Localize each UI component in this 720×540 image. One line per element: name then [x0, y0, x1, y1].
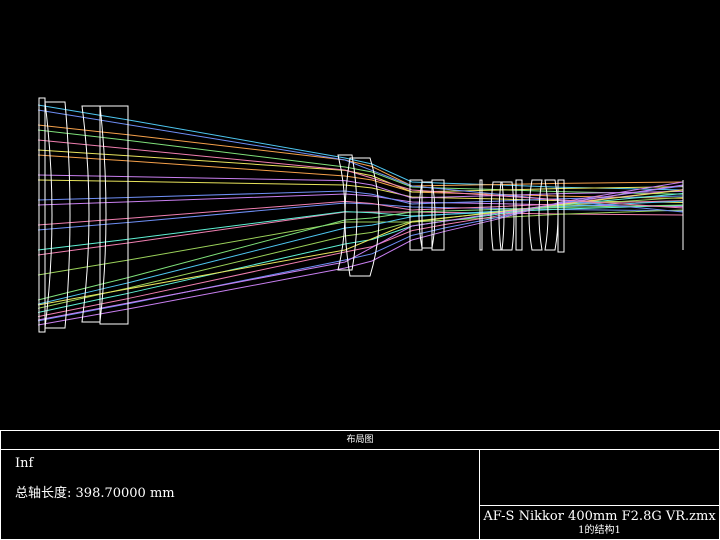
total-axial-length: 总轴长度: 398.70000 mm: [15, 482, 175, 501]
lens-element: [344, 157, 380, 277]
ray-path: [37, 204, 684, 301]
total-axial-length-label: 总轴长度:: [15, 486, 72, 501]
panel-title: 布局图: [1, 431, 719, 450]
ray-path: [37, 149, 684, 193]
lens-element: [38, 97, 46, 333]
ray-path: [37, 193, 684, 208]
file-info-cell: AF-S Nikkor 400mm F2.8G VR.zmx 1的结构1: [480, 506, 719, 539]
ray-path: [37, 200, 684, 305]
lens-element: [81, 105, 107, 323]
blank-cell: [480, 450, 719, 506]
ray-path: [37, 129, 684, 195]
object-distance: Inf: [15, 456, 34, 471]
lens-element: [557, 179, 565, 253]
ray-traces: [37, 104, 684, 326]
configuration-label: 1的结构1: [578, 525, 621, 536]
parameters-cell: Inf 总轴长度: 398.70000 mm: [1, 450, 480, 539]
lens-element: [44, 101, 71, 329]
ray-path: [37, 104, 684, 191]
total-axial-length-value: 398.70000 mm: [75, 486, 175, 501]
lens-layout-diagram: [37, 97, 684, 333]
info-panel: 布局图 Inf 总轴长度: 398.70000 mm AF-S Nikkor 4…: [0, 430, 720, 540]
file-name: AF-S Nikkor 400mm F2.8G VR.zmx: [483, 509, 716, 524]
ray-path: [37, 193, 684, 313]
